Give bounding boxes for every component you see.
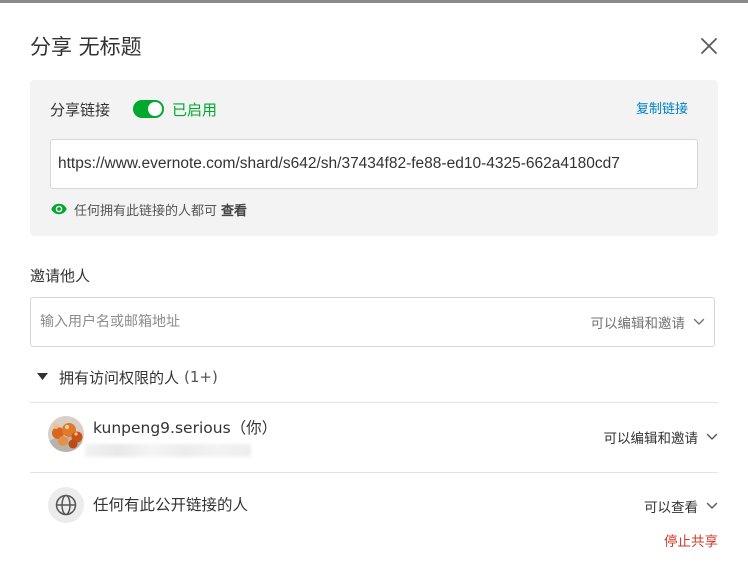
public-link-icon-badge: [48, 487, 84, 523]
invite-permission-select[interactable]: 可以编辑和邀请: [591, 298, 706, 346]
public-link-label: 任何有此公开链接的人: [93, 496, 249, 514]
link-permission-level: 查看: [221, 203, 248, 219]
user-name: kunpeng9.serious（你）: [93, 419, 278, 437]
share-link-label: 分享链接: [50, 101, 111, 119]
share-link-panel: 分享链接 已启用 复制链接 任何拥有此链接的人都可 查看: [30, 80, 718, 236]
chevron-down-icon: [693, 318, 705, 326]
chevron-down-icon: [706, 502, 718, 510]
access-list-title: 拥有访问权限的人: [59, 368, 180, 387]
invite-field: 可以编辑和邀请: [30, 297, 715, 347]
close-icon: [701, 38, 717, 54]
public-permission-select[interactable]: 可以查看: [644, 495, 718, 517]
share-link-toggle[interactable]: [133, 100, 164, 118]
stop-sharing-button[interactable]: 停止共享: [664, 532, 718, 552]
share-url-field[interactable]: [50, 139, 698, 189]
close-button[interactable]: [696, 33, 722, 59]
share-link-status: 已启用: [172, 101, 218, 119]
avatar: [48, 416, 84, 452]
link-permission-note: 任何拥有此链接的人都可 查看: [51, 200, 248, 219]
user-permission-select[interactable]: 可以编辑和邀请: [604, 426, 719, 448]
access-list-toggle[interactable]: 拥有访问权限的人 (1+): [37, 365, 218, 389]
user-permission-label: 可以编辑和邀请: [603, 431, 699, 447]
access-count: (1+): [184, 368, 218, 386]
copy-link-button[interactable]: 复制链接: [636, 101, 688, 119]
toggle-knob: [148, 102, 162, 116]
chevron-down-icon: [706, 433, 718, 441]
invite-permission-label: 可以编辑和邀请: [590, 316, 686, 332]
caret-down-icon: [37, 373, 48, 381]
divider: [30, 472, 718, 473]
invite-title: 邀请他人: [30, 267, 91, 285]
invite-input[interactable]: [31, 298, 551, 346]
dialog-title: 分享 无标题: [30, 35, 142, 59]
divider: [30, 402, 718, 403]
eye-icon: [51, 203, 67, 215]
globe-icon: [55, 494, 77, 516]
link-permission-text: 任何拥有此链接的人都可: [74, 203, 218, 219]
redacted-email: [85, 444, 251, 457]
public-permission-label: 可以查看: [644, 500, 698, 516]
share-dialog: 分享 无标题 分享链接 已启用 复制链接 任何拥有此链接的人都可: [0, 3, 748, 576]
share-url-input[interactable]: [51, 140, 697, 188]
